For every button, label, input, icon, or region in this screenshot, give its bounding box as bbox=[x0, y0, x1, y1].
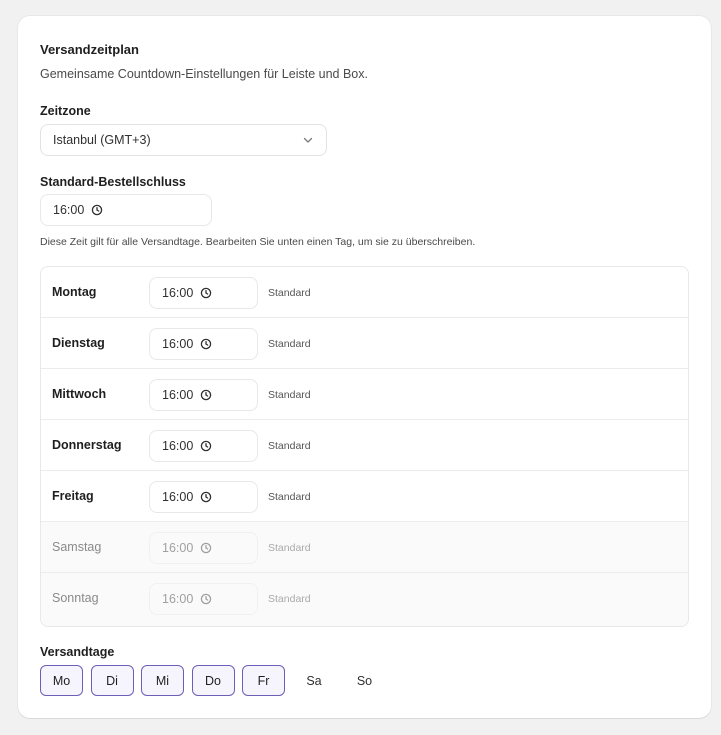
shipping-day-toggle-di[interactable]: Di bbox=[90, 665, 134, 696]
shipping-day-toggle-do[interactable]: Do bbox=[191, 665, 235, 696]
clock-icon bbox=[201, 542, 212, 554]
day-time-input[interactable]: 16:00 bbox=[149, 277, 258, 309]
default-cutoff-label: Standard-Bestellschluss bbox=[40, 175, 186, 189]
day-label: Dienstag bbox=[52, 336, 105, 350]
day-time-value: 16:00 bbox=[162, 439, 194, 453]
clock-icon bbox=[201, 440, 212, 452]
day-time-value: 16:00 bbox=[162, 337, 194, 351]
timezone-select[interactable]: Istanbul (GMT+3) bbox=[40, 124, 327, 156]
day-status-note: Standard bbox=[268, 593, 311, 605]
day-label: Freitag bbox=[52, 489, 94, 503]
clock-icon bbox=[201, 287, 212, 299]
shipping-day-toggle-mo[interactable]: Mo bbox=[40, 665, 83, 696]
day-status-note: Standard bbox=[268, 440, 311, 452]
day-time-value: 16:00 bbox=[162, 541, 194, 555]
day-time-value: 16:00 bbox=[162, 592, 194, 606]
timezone-value: Istanbul (GMT+3) bbox=[53, 133, 151, 147]
schedule-row: Samstag 16:00 Standard bbox=[41, 522, 688, 573]
schedule-row: Montag 16:00 Standard bbox=[41, 267, 688, 318]
default-cutoff-help: Diese Zeit gilt für alle Versandtage. Be… bbox=[40, 236, 476, 248]
clock-icon bbox=[201, 389, 212, 401]
day-time-input[interactable]: 16:00 bbox=[149, 430, 258, 462]
shipping-day-toggle-so[interactable]: So bbox=[343, 665, 386, 696]
day-time-value: 16:00 bbox=[162, 490, 194, 504]
schedule-row: Dienstag 16:00 Standard bbox=[41, 318, 688, 369]
shipping-day-toggle-fr[interactable]: Fr bbox=[242, 665, 285, 696]
shipping-schedule-card: Versandzeitplan Gemeinsame Countdown-Ein… bbox=[18, 16, 711, 718]
default-cutoff-value: 16:00 bbox=[53, 203, 85, 217]
shipping-day-toggle-mi[interactable]: Mi bbox=[141, 665, 184, 696]
clock-icon bbox=[201, 491, 212, 503]
section-subtitle: Gemeinsame Countdown-Einstellungen für L… bbox=[40, 67, 368, 81]
weekday-schedule-table: Montag 16:00 Standard Dienstag 16:00 Sta… bbox=[40, 266, 689, 627]
shipping-day-toggle-sa[interactable]: Sa bbox=[293, 665, 336, 696]
schedule-row: Mittwoch 16:00 Standard bbox=[41, 369, 688, 420]
timezone-label: Zeitzone bbox=[40, 104, 91, 118]
day-label: Donnerstag bbox=[52, 438, 122, 452]
schedule-row: Donnerstag 16:00 Standard bbox=[41, 420, 688, 471]
day-status-note: Standard bbox=[268, 389, 311, 401]
day-time-input[interactable]: 16:00 bbox=[149, 481, 258, 513]
day-time-value: 16:00 bbox=[162, 286, 194, 300]
day-status-note: Standard bbox=[268, 491, 311, 503]
day-status-note: Standard bbox=[268, 287, 311, 299]
day-label: Sonntag bbox=[52, 591, 99, 605]
day-time-input: 16:00 bbox=[149, 532, 258, 564]
day-label: Samstag bbox=[52, 540, 102, 554]
chevron-down-icon bbox=[303, 137, 313, 143]
default-cutoff-input[interactable]: 16:00 bbox=[40, 194, 212, 226]
day-time-input: 16:00 bbox=[149, 583, 258, 615]
day-label: Montag bbox=[52, 285, 97, 299]
clock-icon bbox=[92, 204, 103, 216]
schedule-row: Freitag 16:00 Standard bbox=[41, 471, 688, 522]
day-status-note: Standard bbox=[268, 542, 311, 554]
schedule-row: Sonntag 16:00 Standard bbox=[41, 573, 688, 626]
clock-icon bbox=[201, 338, 212, 350]
section-title: Versandzeitplan bbox=[40, 42, 139, 57]
day-time-input[interactable]: 16:00 bbox=[149, 379, 258, 411]
day-status-note: Standard bbox=[268, 338, 311, 350]
shipping-days-label: Versandtage bbox=[40, 645, 115, 659]
shipping-days-toggle-group: Mo Di Mi Do Fr Sa So bbox=[40, 665, 394, 696]
day-time-input[interactable]: 16:00 bbox=[149, 328, 258, 360]
day-label: Mittwoch bbox=[52, 387, 107, 401]
clock-icon bbox=[201, 593, 212, 605]
day-time-value: 16:00 bbox=[162, 388, 194, 402]
